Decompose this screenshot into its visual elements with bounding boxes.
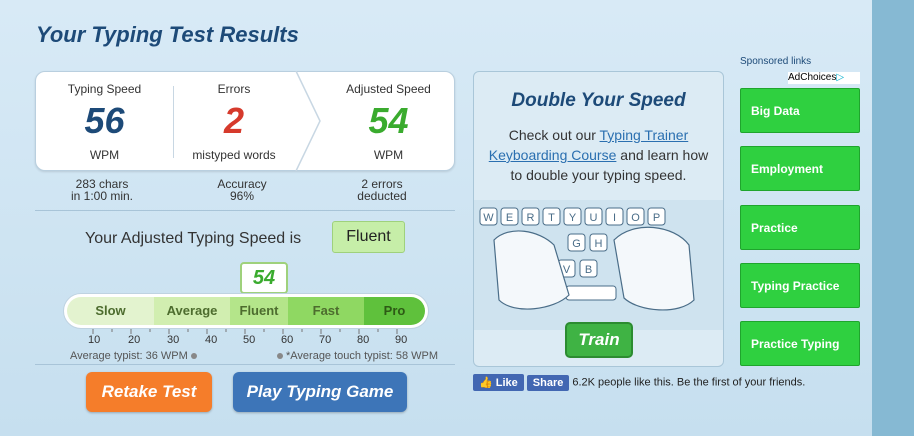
chars-time: in 1:00 min. [70, 189, 134, 203]
train-button[interactable]: Train [565, 322, 633, 358]
chars-summary: 283 chars in 1:00 min. [60, 178, 144, 202]
accuracy-value: 96% [229, 189, 255, 203]
promo-title: Double Your Speed [511, 90, 686, 111]
key-u: U [590, 212, 598, 224]
dot-icon [277, 353, 283, 360]
key-y: Y [569, 212, 577, 224]
key-e: E [506, 212, 513, 224]
average-touch-typist-note: *Average touch typist: 58 WPM [274, 350, 438, 362]
adchoices-badge[interactable]: AdChoices▷ [788, 72, 860, 84]
speed-meter: Slow Average Fluent Fast Pro [63, 293, 429, 329]
typing-speed-stat: Typing Speed 56 WPM [36, 72, 173, 172]
errors-deducted-summary: 2 errors deducted [340, 178, 424, 202]
promo-text-before: Check out our [508, 127, 600, 143]
accuracy-summary: Accuracy 96% [200, 178, 284, 202]
page-side-strip [872, 0, 914, 436]
promo-text: Check out our Typing Trainer Keyboarding … [484, 125, 713, 185]
key-h: H [595, 238, 603, 250]
tick-label: 20 [128, 334, 141, 346]
typing-trainer-link[interactable]: Typing Trainer [600, 127, 689, 143]
key-p: P [653, 212, 660, 224]
meter-segment-slow: Slow [67, 297, 154, 325]
speed-marker: 54 [240, 262, 288, 294]
facebook-like-button[interactable]: 👍 Like [473, 374, 524, 391]
errors-deducted-label: deducted [357, 189, 407, 203]
adjusted-speed-label: Adjusted Speed [346, 82, 431, 96]
average-typist-text: Average typist: 36 WPM [70, 350, 188, 362]
divider-top [35, 210, 455, 211]
key-b: B [585, 264, 592, 276]
adjusted-speed-unit: WPM [373, 148, 404, 162]
results-card: Typing Speed 56 WPM Errors 2 mistyped wo… [35, 71, 455, 171]
keyboarding-course-link[interactable]: Keyboarding Course [489, 147, 617, 163]
facebook-like-count: 6.2K people like this. Be the first of y… [572, 376, 806, 389]
facebook-bar: 👍 Like Share 6.2K people like this. Be the… [473, 374, 805, 391]
play-typing-game-button[interactable]: Play Typing Game [233, 372, 407, 412]
adjusted-speed-sentence: Your Adjusted Typing Speed is [85, 230, 302, 247]
meter-segment-fast: Fast [288, 297, 364, 325]
meter-segment-fluent: Fluent [230, 297, 288, 325]
key-t: T [548, 212, 555, 224]
tick-label: 30 [167, 334, 180, 346]
divider-bottom [35, 364, 455, 365]
tick-label: 60 [281, 334, 294, 346]
average-typist-note: Average typist: 36 WPM [70, 350, 200, 362]
adchoices-label: AdChoices [788, 72, 837, 83]
retake-test-button[interactable]: Retake Test [86, 372, 212, 412]
ad-link-practice[interactable]: Practice [740, 205, 860, 250]
ad-link-employment[interactable]: Employment [740, 146, 860, 191]
tick-label: 40 [205, 334, 218, 346]
dot-icon [190, 353, 197, 360]
tick-label: 50 [243, 334, 256, 346]
adchoices-icon: ▷ [836, 72, 845, 83]
page-title: Your Typing Test Results [36, 22, 299, 47]
typing-speed-unit: WPM [89, 148, 120, 162]
key-v: V [563, 264, 571, 276]
ad-link-typing-practice[interactable]: Typing Practice [740, 263, 860, 308]
key-w: W [483, 212, 494, 224]
ad-link-practice-typing[interactable]: Practice Typing [740, 321, 860, 366]
key-r: R [527, 212, 535, 224]
errors-stat: Errors 2 mistyped words [174, 72, 294, 172]
tick-label: 10 [88, 334, 101, 346]
tick-label: 80 [357, 334, 370, 346]
key-i: I [613, 212, 616, 224]
keyboard-hands-illustration: W E R T Y U I O P G H V B [474, 200, 723, 330]
errors-unit: mistyped words [192, 148, 276, 162]
key-o: O [631, 212, 640, 224]
tick-label: 70 [319, 334, 332, 346]
chevron-divider-icon [295, 71, 321, 171]
thumbs-up-icon: 👍 [479, 377, 496, 389]
tick-label: 90 [395, 334, 408, 346]
meter-segment-average: Average [154, 297, 230, 325]
typing-speed-value: 56 [84, 100, 125, 141]
sponsored-label: Sponsored links [740, 56, 812, 67]
facebook-share-button[interactable]: Share [526, 374, 570, 391]
level-badge: Fluent [332, 221, 405, 253]
like-label: Like [495, 377, 518, 389]
errors-label: Errors [217, 82, 251, 96]
key-g: G [572, 238, 581, 250]
adjusted-speed-stat: Adjusted Speed 54 WPM [321, 72, 456, 172]
ad-link-big-data[interactable]: Big Data [740, 88, 860, 133]
meter-segment-pro: Pro [364, 297, 425, 325]
typing-speed-label: Typing Speed [67, 82, 142, 96]
adjusted-speed-value: 54 [368, 100, 409, 141]
errors-value: 2 [223, 100, 245, 141]
average-touch-typist-text: *Average touch typist: 58 WPM [286, 350, 439, 362]
